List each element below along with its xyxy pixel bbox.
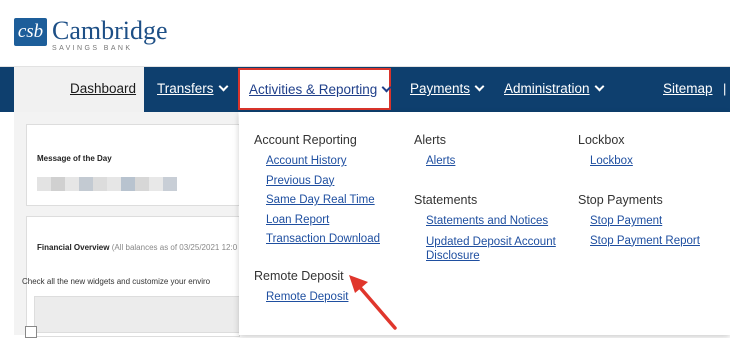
group-title: Alerts [414, 133, 446, 147]
group-title: Statements [414, 193, 478, 207]
group-title: Stop Payments [578, 193, 663, 207]
nav-payments[interactable]: Payments [410, 81, 485, 96]
link-same-day-real-time[interactable]: Same Day Real Time [266, 191, 380, 211]
nav-activities-reporting[interactable]: Activities & Reporting [238, 68, 392, 110]
widget-header [34, 296, 242, 333]
chevron-down-icon [381, 82, 392, 93]
link-loan-report[interactable]: Loan Report [266, 211, 380, 231]
header: csb Cambridge SAVINGS BANK [0, 0, 730, 67]
logo-mark: csb [14, 18, 47, 46]
message-of-the-day-card: Message of the Day [26, 124, 240, 206]
link-stop-payment-report[interactable]: Stop Payment Report [590, 232, 700, 252]
nav-administration[interactable]: Administration [504, 81, 604, 96]
group-statements: Statements Statements and Notices Update… [414, 192, 576, 263]
motd-placeholder [37, 177, 177, 191]
widgets-notice: Check all the new widgets and customize … [22, 277, 211, 286]
link-remote-deposit[interactable]: Remote Deposit [266, 288, 348, 308]
motd-title: Message of the Day [37, 154, 112, 163]
annotation-arrow-icon [349, 275, 397, 330]
chevron-down-icon [594, 81, 604, 92]
group-title: Lockbox [578, 133, 625, 147]
dashboard-content: Message of the Day Financial Overview (A… [14, 112, 242, 337]
nav-transfers[interactable]: Transfers [157, 81, 228, 96]
bank-logo[interactable]: csb Cambridge SAVINGS BANK [14, 18, 168, 52]
link-account-history[interactable]: Account History [266, 152, 380, 172]
activities-reporting-menu: Account Reporting Account History Previo… [239, 112, 730, 335]
row-checkbox[interactable] [25, 326, 37, 338]
nav-sitemap[interactable]: Sitemap [663, 81, 713, 96]
chevron-down-icon [474, 81, 485, 92]
nav-dashboard[interactable]: Dashboard [70, 81, 136, 96]
link-previous-day[interactable]: Previous Day [266, 172, 380, 192]
link-stop-payment[interactable]: Stop Payment [590, 212, 700, 232]
group-lockbox: Lockbox Lockbox [578, 132, 633, 172]
nav-separator: | [723, 81, 727, 96]
financial-overview-title: Financial Overview (All balances as of 0… [37, 243, 238, 252]
link-lockbox[interactable]: Lockbox [590, 152, 633, 172]
link-alerts[interactable]: Alerts [426, 152, 455, 172]
link-updated-deposit-disclosure[interactable]: Updated Deposit Account Disclosure [426, 235, 576, 263]
chevron-down-icon [218, 81, 228, 92]
group-title: Account Reporting [254, 133, 357, 147]
logo-name: Cambridge [52, 16, 168, 45]
link-transaction-download[interactable]: Transaction Download [266, 230, 380, 250]
group-title: Remote Deposit [254, 269, 344, 283]
link-statements-notices[interactable]: Statements and Notices [426, 212, 576, 232]
group-alerts: Alerts Alerts [414, 132, 455, 172]
group-remote-deposit: Remote Deposit Remote Deposit [254, 268, 348, 308]
nav-activities-label: Activities & Reporting [249, 82, 392, 97]
group-stop-payments: Stop Payments Stop Payment Stop Payment … [578, 192, 700, 251]
logo-tagline: SAVINGS BANK [52, 45, 133, 52]
group-account-reporting: Account Reporting Account History Previo… [254, 132, 380, 250]
